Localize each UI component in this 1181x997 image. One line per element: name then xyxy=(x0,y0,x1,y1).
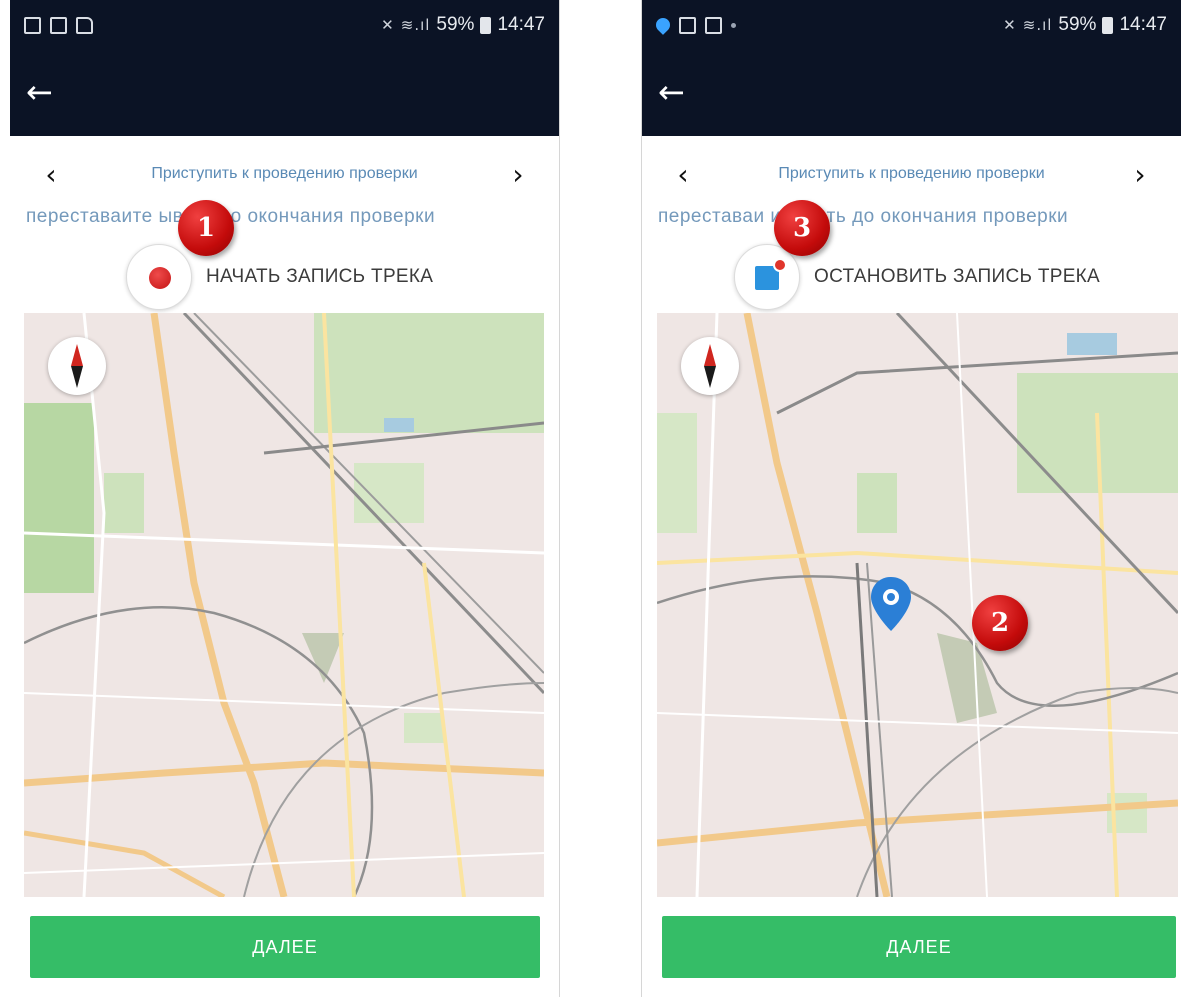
mute-icon: ✕ xyxy=(1003,16,1017,34)
mute-icon: ✕ xyxy=(381,16,395,34)
image-icon xyxy=(679,16,696,34)
arrow-left-icon[interactable]: ← xyxy=(658,72,698,112)
step-title: Приступить к проведению проверки xyxy=(778,165,1045,182)
map-view[interactable] xyxy=(24,313,544,897)
dot-icon xyxy=(731,22,736,28)
status-bar: ✕ ≋.ıl 59% 14:47 xyxy=(642,0,1181,50)
map-view[interactable]: 2 xyxy=(657,313,1178,897)
step-navigation: ‹ Приступить к проведению проверки › xyxy=(642,150,1181,198)
battery-percent: 59% xyxy=(436,14,475,35)
callout-badge: 3 xyxy=(774,200,830,256)
battery-icon xyxy=(1102,16,1114,34)
record-label: НАЧАТЬ ЗАПИСЬ ТРЕКА xyxy=(206,266,434,287)
doc-icon xyxy=(76,16,93,34)
next-button[interactable]: ДАЛЕЕ xyxy=(662,916,1176,978)
scrolling-instruction: переставаи исывать до окончания проверки xyxy=(658,206,1069,227)
record-dot-icon xyxy=(149,267,171,289)
status-time: 14:47 xyxy=(497,14,545,35)
image-icon xyxy=(24,16,41,34)
battery-percent: 59% xyxy=(1058,14,1097,35)
battery-icon xyxy=(480,16,492,34)
app-bar: ← xyxy=(10,50,559,136)
phone-screen-recording: ✕ ≋.ıl 59% 14:47 ← ‹ Приступить к провед… xyxy=(641,0,1181,997)
wifi-signal-icon: ≋.ıl xyxy=(1022,16,1053,34)
stop-record-button[interactable] xyxy=(734,244,800,310)
compass-icon[interactable] xyxy=(681,337,739,395)
arrow-left-icon[interactable]: ← xyxy=(26,72,66,112)
chevron-right-icon[interactable]: › xyxy=(503,158,533,191)
wifi-signal-icon: ≋.ıl xyxy=(400,16,431,34)
callout-badge: 1 xyxy=(178,200,234,256)
map-tiles xyxy=(657,313,1178,897)
next-button[interactable]: ДАЛЕЕ xyxy=(30,916,540,978)
step-navigation: ‹ Приступить к проведению проверки › xyxy=(10,150,559,198)
recording-indicator-icon xyxy=(773,258,787,272)
chevron-left-icon[interactable]: ‹ xyxy=(36,158,66,191)
compass-icon[interactable] xyxy=(48,337,106,395)
start-record-button[interactable] xyxy=(126,244,192,310)
step-title: Приступить к проведению проверки xyxy=(151,165,418,182)
app-bar: ← xyxy=(642,50,1181,136)
record-track-row: НАЧАТЬ ЗАПИСЬ ТРЕКА xyxy=(126,244,433,310)
status-time: 14:47 xyxy=(1119,14,1167,35)
calendar-icon xyxy=(705,16,722,34)
phone-screen-start: ✕ ≋.ıl 59% 14:47 ← ‹ Приступить к провед… xyxy=(10,0,560,997)
record-track-row: ОСТАНОВИТЬ ЗАПИСЬ ТРЕКА xyxy=(734,244,1100,310)
chevron-right-icon[interactable]: › xyxy=(1125,158,1155,191)
record-label: ОСТАНОВИТЬ ЗАПИСЬ ТРЕКА xyxy=(814,266,1101,287)
calendar-icon xyxy=(50,16,67,34)
callout-badge: 2 xyxy=(972,595,1028,651)
location-icon xyxy=(653,15,673,35)
scrolling-instruction: переставаите ывать до окончания проверки xyxy=(26,206,436,227)
chevron-left-icon[interactable]: ‹ xyxy=(668,158,698,191)
location-pin-icon[interactable] xyxy=(869,575,913,633)
map-tiles xyxy=(24,313,544,897)
status-bar: ✕ ≋.ıl 59% 14:47 xyxy=(10,0,559,50)
